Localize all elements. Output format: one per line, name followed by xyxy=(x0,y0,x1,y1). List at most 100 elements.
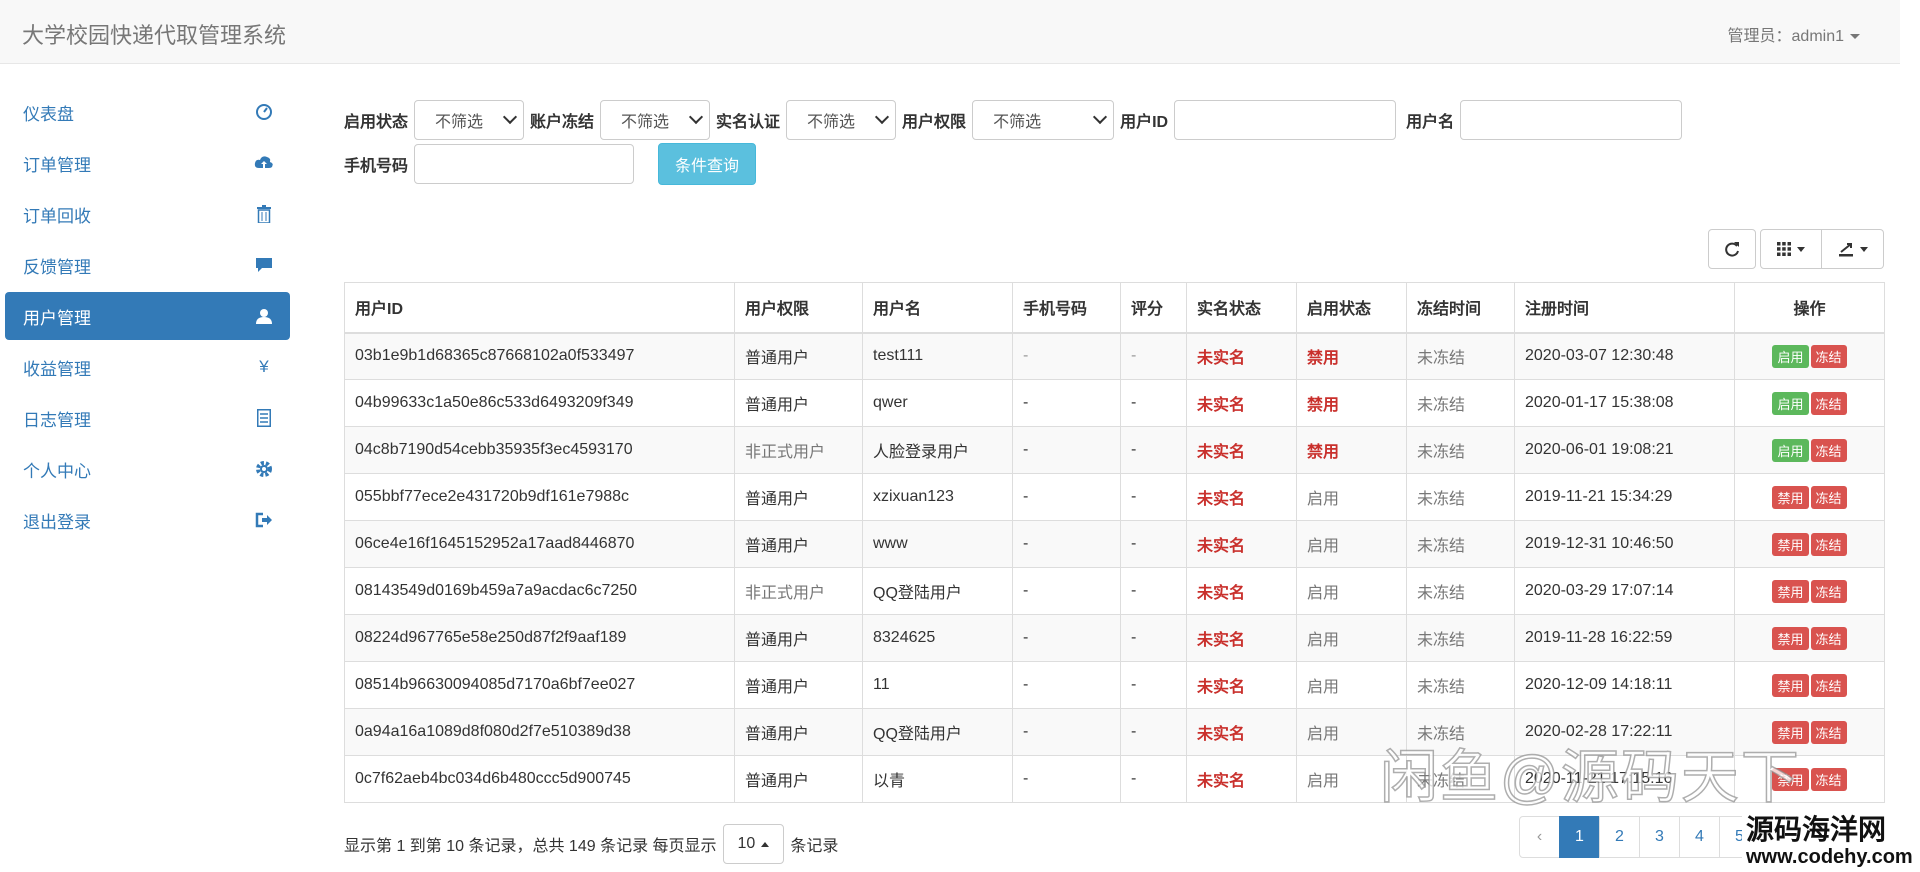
gear-icon xyxy=(254,459,274,479)
enable-status-select[interactable]: 不筛选 xyxy=(414,100,525,140)
columns-button[interactable] xyxy=(1760,229,1822,269)
cell-permission: 普通用户 xyxy=(734,473,863,521)
watermark-url: www.codehy.com xyxy=(1746,846,1913,868)
page-item[interactable]: 4 xyxy=(1679,816,1720,858)
disable-button[interactable]: 禁用 xyxy=(1772,579,1809,603)
cell-score: - xyxy=(1120,661,1187,709)
freeze-button[interactable]: 冻结 xyxy=(1810,626,1847,650)
sidebar-item-logout[interactable]: 退出登录 xyxy=(5,496,290,544)
grid-icon xyxy=(1777,242,1791,256)
cell-register-time: 2020-03-07 12:30:48 xyxy=(1514,332,1735,380)
page-prev[interactable]: ‹ xyxy=(1519,816,1560,858)
app-title: 大学校园快递代取管理系统 xyxy=(22,23,287,48)
sidebar-item-profile[interactable]: 个人中心 xyxy=(5,445,290,493)
permission-select[interactable]: 不筛选 xyxy=(972,100,1115,140)
column-header[interactable]: 评分 xyxy=(1120,282,1187,334)
chevron-down-icon xyxy=(1092,109,1108,125)
freeze-button[interactable]: 冻结 xyxy=(1810,673,1847,697)
disable-button[interactable]: 禁用 xyxy=(1772,673,1809,697)
cell-phone: - xyxy=(1012,708,1121,756)
freeze-button[interactable]: 冻结 xyxy=(1810,720,1847,744)
disable-button[interactable]: 禁用 xyxy=(1772,485,1809,509)
cell-register-time: 2020-01-17 15:38:08 xyxy=(1514,379,1735,427)
freeze-button[interactable]: 冻结 xyxy=(1810,485,1847,509)
query-button[interactable]: 条件查询 xyxy=(658,143,757,185)
cell-phone: - xyxy=(1012,520,1121,568)
cell-user-id: 03b1e9b1d68365c87668102a0f533497 xyxy=(344,332,735,380)
pagination-info: 显示第 1 到第 10 条记录，总共 149 条记录 每页显示 10 条记录 xyxy=(344,824,838,864)
cell-permission: 非正式用户 xyxy=(734,426,863,474)
filter-form: 启用状态 不筛选 账户冻结 不筛选 实名认证 不筛选 用户权限 不筛选 用户ID… xyxy=(344,98,1884,186)
freeze-button[interactable]: 冻结 xyxy=(1810,767,1847,791)
column-header[interactable]: 冻结时间 xyxy=(1406,282,1515,334)
cell-username: qwer xyxy=(862,379,1013,427)
enable-button[interactable]: 启用 xyxy=(1772,344,1809,368)
cell-score: - xyxy=(1120,567,1187,615)
freeze-button[interactable]: 冻结 xyxy=(1810,579,1847,603)
column-header[interactable]: 手机号码 xyxy=(1012,282,1121,334)
cell-actions: 禁用 冻结 xyxy=(1734,520,1885,568)
column-header[interactable]: 用户名 xyxy=(862,282,1013,334)
page-size-select[interactable]: 10 xyxy=(722,824,785,864)
column-header[interactable]: 用户权限 xyxy=(734,282,863,334)
cell-actions: 禁用 冻结 xyxy=(1734,661,1885,709)
sidebar-item-users[interactable]: 用户管理 xyxy=(5,292,290,340)
cell-score: - xyxy=(1120,473,1187,521)
table-row: 08224d967765e58e250d87f2f9aaf189 普通用户 83… xyxy=(344,614,1885,662)
sidebar-item-revenue[interactable]: 收益管理 ¥ xyxy=(5,343,290,391)
select-value: 不筛选 xyxy=(807,114,856,131)
table-row: 055bbf77ece2e431720b9df161e7988c 普通用户 xz… xyxy=(344,473,1885,521)
admin-dropdown[interactable]: 管理员：admin1 xyxy=(1728,22,1860,46)
sidebar-item-order-recycle[interactable]: 订单回收 xyxy=(5,190,290,238)
cell-permission: 普通用户 xyxy=(734,755,863,803)
cell-phone: - xyxy=(1012,379,1121,427)
freeze-button[interactable]: 冻结 xyxy=(1810,438,1847,462)
page-size-value: 10 xyxy=(737,835,756,852)
cell-permission: 普通用户 xyxy=(734,661,863,709)
select-value: 不筛选 xyxy=(435,114,484,131)
cell-enable-status: 禁用 xyxy=(1296,332,1407,380)
disable-button[interactable]: 禁用 xyxy=(1772,626,1809,650)
export-button[interactable] xyxy=(1822,229,1884,269)
page-item[interactable]: 2 xyxy=(1599,816,1640,858)
cell-realname-status: 未实名 xyxy=(1186,661,1297,709)
freeze-select[interactable]: 不筛选 xyxy=(600,100,711,140)
freeze-button[interactable]: 冻结 xyxy=(1810,344,1847,368)
phone-input[interactable] xyxy=(414,144,635,184)
freeze-button[interactable]: 冻结 xyxy=(1810,391,1847,415)
cell-actions: 禁用 冻结 xyxy=(1734,473,1885,521)
table-row: 04b99633c1a50e86c533d6493209f349 普通用户 qw… xyxy=(344,379,1885,427)
sidebar-item-orders[interactable]: 订单管理 xyxy=(5,139,290,187)
realname-select[interactable]: 不筛选 xyxy=(786,100,897,140)
column-header[interactable]: 用户ID xyxy=(344,282,735,334)
enable-button[interactable]: 启用 xyxy=(1772,391,1809,415)
page-item[interactable]: 1 xyxy=(1559,816,1600,858)
sidebar: 仪表盘 订单管理 订单回收 反馈管理 用户管理 收益管理 ¥ 日志管理 个人中心… xyxy=(5,88,290,547)
column-header[interactable]: 注册时间 xyxy=(1514,282,1735,334)
sidebar-item-dashboard[interactable]: 仪表盘 xyxy=(5,88,290,136)
freeze-label: 账户冻结 xyxy=(530,114,595,131)
cell-user-id: 0c7f62aeb4bc034d6b480ccc5d900745 xyxy=(344,755,735,803)
enable-button[interactable]: 启用 xyxy=(1772,438,1809,462)
table-header-row: 用户ID 用户权限 用户名 手机号码 评分 实名状态 启用状态 冻结时间 注册时… xyxy=(344,282,1885,334)
refresh-button[interactable] xyxy=(1708,229,1756,269)
cell-username: www xyxy=(862,520,1013,568)
column-header[interactable]: 实名状态 xyxy=(1186,282,1297,334)
cell-enable-status: 禁用 xyxy=(1296,379,1407,427)
disable-button[interactable]: 禁用 xyxy=(1772,532,1809,556)
freeze-button[interactable]: 冻结 xyxy=(1810,532,1847,556)
sidebar-item-feedback[interactable]: 反馈管理 xyxy=(5,241,290,289)
cell-score: - xyxy=(1120,426,1187,474)
user-id-input[interactable] xyxy=(1174,100,1397,140)
cell-register-time: 2019-11-21 15:34:29 xyxy=(1514,473,1735,521)
caret-down-icon xyxy=(1850,34,1860,40)
cell-user-id: 04b99633c1a50e86c533d6493209f349 xyxy=(344,379,735,427)
page-item[interactable]: 3 xyxy=(1639,816,1680,858)
sidebar-item-logs[interactable]: 日志管理 xyxy=(5,394,290,442)
cell-user-id: 055bbf77ece2e431720b9df161e7988c xyxy=(344,473,735,521)
username-input[interactable] xyxy=(1460,100,1683,140)
user-id-label: 用户ID xyxy=(1120,114,1169,131)
cell-freeze-time: 未冻结 xyxy=(1406,661,1515,709)
cell-user-id: 04c8b7190d54cebb35935f3ec4593170 xyxy=(344,426,735,474)
column-header[interactable]: 启用状态 xyxy=(1296,282,1407,334)
